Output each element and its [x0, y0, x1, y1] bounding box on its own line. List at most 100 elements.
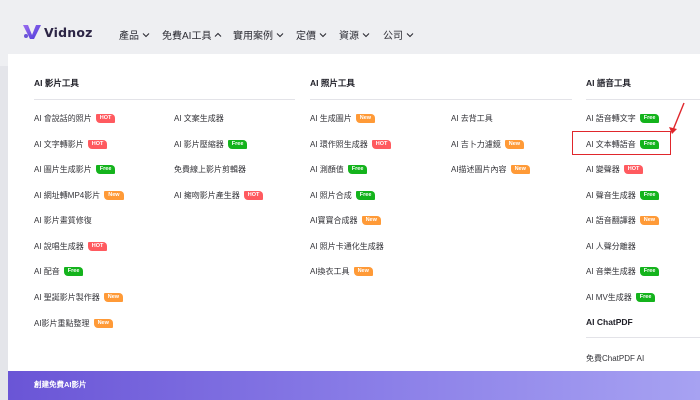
free-badge: Free [63, 267, 84, 276]
new-badge: New [104, 191, 124, 200]
menu-item-ai-mv-generator[interactable]: AI MV生成器 Free [586, 292, 656, 303]
nav-use-cases-label: 實用案例 [233, 31, 273, 42]
free-badge: Free [355, 191, 376, 200]
ai-voice-tools-heading: AI 語音工具 [586, 78, 631, 88]
ai-video-tools-heading: AI 影片工具 [34, 78, 79, 88]
menu-item-ai-url-to-mp4[interactable]: AI 網址轉MP4影片 New [34, 190, 124, 201]
hot-badge: HOT [623, 165, 644, 174]
menu-item-label: AI寶寶合成器 [310, 216, 358, 225]
menu-item-ai-photo-generator[interactable]: AI 環作照生成器 HOT [310, 139, 392, 150]
menu-item-label: AI 影片畫質修復 [34, 216, 92, 225]
new-badge: New [93, 319, 113, 328]
nav-products-label: 產品 [119, 31, 139, 42]
nav-resources[interactable]: 資源 [339, 27, 370, 42]
new-badge: New [510, 165, 530, 174]
menu-item-ai-video-compressor[interactable]: AI 影片壓縮器 Free [174, 139, 248, 150]
menu-item-ai-image-describer[interactable]: AI描述圖片內容 New [451, 164, 530, 175]
nav-free-ai-tools[interactable]: 免費AI工具 [162, 27, 222, 42]
new-badge: New [639, 216, 660, 225]
menu-item-label: AI 配音 [34, 267, 60, 276]
menu-item-label: AI 環作照生成器 [310, 140, 368, 149]
menu-item-ai-voiceover[interactable]: AI 配音 Free [34, 266, 84, 277]
free-badge: Free [95, 165, 116, 174]
hot-badge: HOT [87, 140, 108, 149]
chevron-down-icon [142, 32, 150, 37]
menu-item-label: 免費線上影片剪輯器 [174, 165, 246, 174]
menu-item-label: AI 照片卡通化生成器 [310, 242, 384, 251]
hot-badge: HOT [371, 140, 392, 149]
menu-item-ai-image-to-video[interactable]: AI 圖片生成影片 Free [34, 164, 116, 175]
menu-item-label: AI 文字轉影片 [34, 140, 84, 149]
chevron-down-icon [362, 32, 370, 37]
divider [586, 337, 700, 338]
menu-item-label: AI MV生成器 [586, 293, 632, 302]
menu-item-ai-image-generator[interactable]: AI 生成圖片 New [310, 113, 376, 124]
ai-photo-tools-heading: AI 照片工具 [310, 78, 355, 88]
menu-item-label: AI 吉卜力濾鏡 [451, 140, 501, 149]
menu-item-label: AI 變聲器 [586, 165, 620, 174]
menu-item-ai-christmas-video-maker[interactable]: AI 聖誕影片製作器 New [34, 292, 124, 303]
menu-item-label: AI 照片合成 [310, 191, 352, 200]
free-badge: Free [639, 191, 660, 200]
menu-item-label: AI 擁吻影片產生器 [174, 191, 240, 200]
menu-item-ai-background-remover[interactable]: AI 去背工具 [451, 113, 493, 124]
menu-item-ai-clothes-changer[interactable]: AI換衣工具 New [310, 266, 373, 277]
menu-item-ai-baby-generator[interactable]: AI寶寶合成器 New [310, 215, 381, 226]
menu-item-ai-video-enhancer[interactable]: AI 影片畫質修復 [34, 215, 92, 226]
menu-item-ai-photo-cartoonizer[interactable]: AI 照片卡通化生成器 [310, 241, 384, 252]
menu-item-ai-photo-merge[interactable]: AI 照片合成 Free [310, 190, 376, 201]
menu-item-label: AI換衣工具 [310, 267, 350, 276]
menu-item-label: AI 音樂生成器 [586, 267, 636, 276]
divider [34, 99, 295, 100]
menu-item-online-video-editor[interactable]: 免費線上影片剪輯器 [174, 164, 246, 175]
menu-item-ai-video-summarizer[interactable]: AI影片重點整理 New [34, 318, 113, 329]
menu-item-ai-face-rating[interactable]: AI 測顏值 Free [310, 164, 368, 175]
nav-use-cases[interactable]: 實用案例 [233, 27, 284, 42]
create-free-ai-video-link[interactable]: 創建免費AI影片 [34, 379, 87, 390]
free-ai-tools-dropdown-panel [8, 54, 700, 400]
nav-company-label: 公司 [383, 31, 403, 42]
new-badge: New [353, 267, 373, 276]
free-badge: Free [635, 293, 656, 302]
menu-item-label: AI 測顏值 [310, 165, 344, 174]
menu-item-label: AI 聖誕影片製作器 [34, 293, 100, 302]
menu-item-ai-voice-translator[interactable]: AI 語音翻譯器 New [586, 215, 660, 226]
menu-item-free-chatpdf-ai[interactable]: 免費ChatPDF AI [586, 353, 644, 364]
nav-pricing[interactable]: 定價 [296, 27, 327, 42]
vidnoz-logo[interactable]: Vidnoz [22, 24, 93, 40]
hot-badge: HOT [243, 191, 264, 200]
menu-item-label: AI 語音翻譯器 [586, 216, 636, 225]
brand-name: Vidnoz [44, 24, 93, 40]
arrow-icon [669, 102, 685, 134]
vidnoz-logo-icon [23, 25, 41, 39]
menu-item-label: AI 聲音生成器 [586, 191, 636, 200]
divider [310, 99, 572, 100]
create-free-ai-video-bar[interactable] [8, 371, 700, 400]
highlight-box [572, 131, 671, 155]
nav-products[interactable]: 產品 [119, 27, 150, 42]
nav-company[interactable]: 公司 [383, 27, 414, 42]
menu-item-ai-copywriter[interactable]: AI 文案生成器 [174, 113, 224, 124]
menu-item-ai-music-generator[interactable]: AI 音樂生成器 Free [586, 266, 660, 277]
menu-item-label: AI 圖片生成影片 [34, 165, 92, 174]
chevron-down-icon [276, 32, 284, 37]
menu-item-ai-voice-changer[interactable]: AI 變聲器 HOT [586, 164, 644, 175]
new-badge: New [103, 293, 124, 302]
menu-item-label: AI 網址轉MP4影片 [34, 191, 101, 200]
menu-item-ai-vocal-remover[interactable]: AI 人聲分離器 [586, 241, 636, 252]
menu-item-ai-kissing-video-generator[interactable]: AI 擁吻影片產生器 HOT [174, 190, 264, 201]
nav-resources-label: 資源 [339, 31, 359, 42]
menu-item-label: AI 語音轉文字 [586, 114, 636, 123]
menu-item-ai-voice-generator[interactable]: AI 聲音生成器 Free [586, 190, 660, 201]
free-badge: Free [347, 165, 368, 174]
chevron-down-icon [319, 32, 327, 37]
menu-item-ai-rap-generator[interactable]: AI 說唱生成器 HOT [34, 241, 108, 252]
menu-item-ai-ghibli-filter[interactable]: AI 吉卜力濾鏡 New [451, 139, 525, 150]
menu-item-label: AI描述圖片內容 [451, 165, 507, 174]
menu-item-label: AI 影片壓縮器 [174, 140, 224, 149]
menu-item-ai-talking-photo[interactable]: AI 會說話的照片 HOT [34, 113, 116, 124]
menu-item-ai-speech-to-text[interactable]: AI 語音轉文字 Free [586, 113, 660, 124]
hot-badge: HOT [87, 242, 108, 251]
menu-item-ai-text-to-video[interactable]: AI 文字轉影片 HOT [34, 139, 108, 150]
chevron-up-icon [215, 32, 222, 37]
